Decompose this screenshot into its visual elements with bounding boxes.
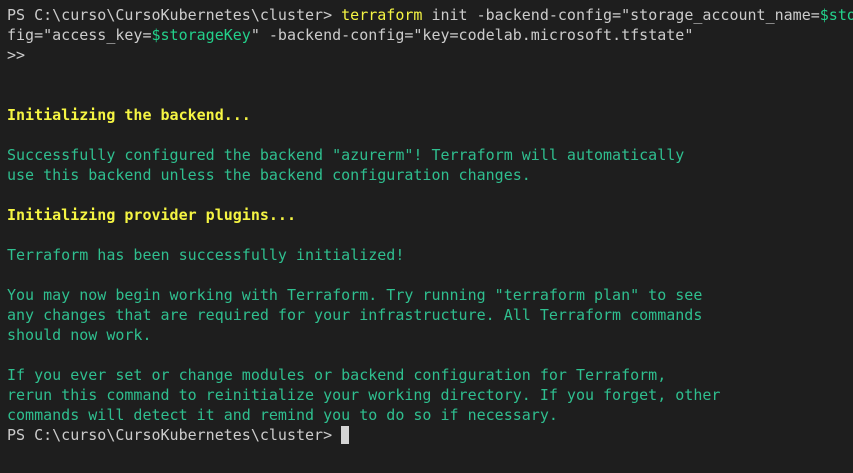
prompt-text: PS C:\curso\CursoKubernetes\cluster> bbox=[7, 426, 342, 444]
terminal-line-command: PS C:\curso\CursoKubernetes\cluster> ter… bbox=[7, 5, 853, 25]
output-text: rerun this command to reinitialize your … bbox=[7, 386, 721, 404]
text-cursor[interactable] bbox=[341, 426, 350, 444]
prompt-text: PS C:\curso\CursoKubernetes\cluster> bbox=[7, 6, 342, 24]
terminal-line-prompt[interactable]: PS C:\curso\CursoKubernetes\cluster> bbox=[7, 425, 853, 445]
terminal-window[interactable]: PS C:\curso\CursoKubernetes\cluster> ter… bbox=[0, 0, 853, 473]
command-args-cont: fig="access_key= bbox=[7, 26, 152, 44]
output-text: If you ever set or change modules or bac… bbox=[7, 366, 667, 384]
output-text: commands will detect it and remind you t… bbox=[7, 406, 558, 424]
continuation-prompt: >> bbox=[7, 46, 26, 64]
terminal-line-command-wrap: fig="access_key=$storageKey" -backend-co… bbox=[7, 25, 853, 45]
output-text: You may now begin working with Terraform… bbox=[7, 286, 703, 304]
command-args-tail: " -backend-config="key=codelab.microsoft… bbox=[250, 26, 694, 44]
output-text: should now work. bbox=[7, 326, 152, 344]
output-text: Successfully configured the backend "azu… bbox=[7, 146, 685, 164]
command-variable-storagekey: $storageKey bbox=[151, 26, 251, 44]
output-heading-backend: Initializing the backend... bbox=[7, 106, 251, 124]
output-success: Terraform has been successfully initiali… bbox=[7, 246, 405, 264]
command-name: terraform bbox=[341, 6, 423, 24]
output-text: use this backend unless the backend conf… bbox=[7, 166, 531, 184]
command-variable: $sto bbox=[819, 6, 853, 24]
command-args: init -backend-config="storage_account_na… bbox=[422, 6, 820, 24]
output-text: any changes that are required for your i… bbox=[7, 306, 703, 324]
output-heading-plugins: Initializing provider plugins... bbox=[7, 206, 296, 224]
